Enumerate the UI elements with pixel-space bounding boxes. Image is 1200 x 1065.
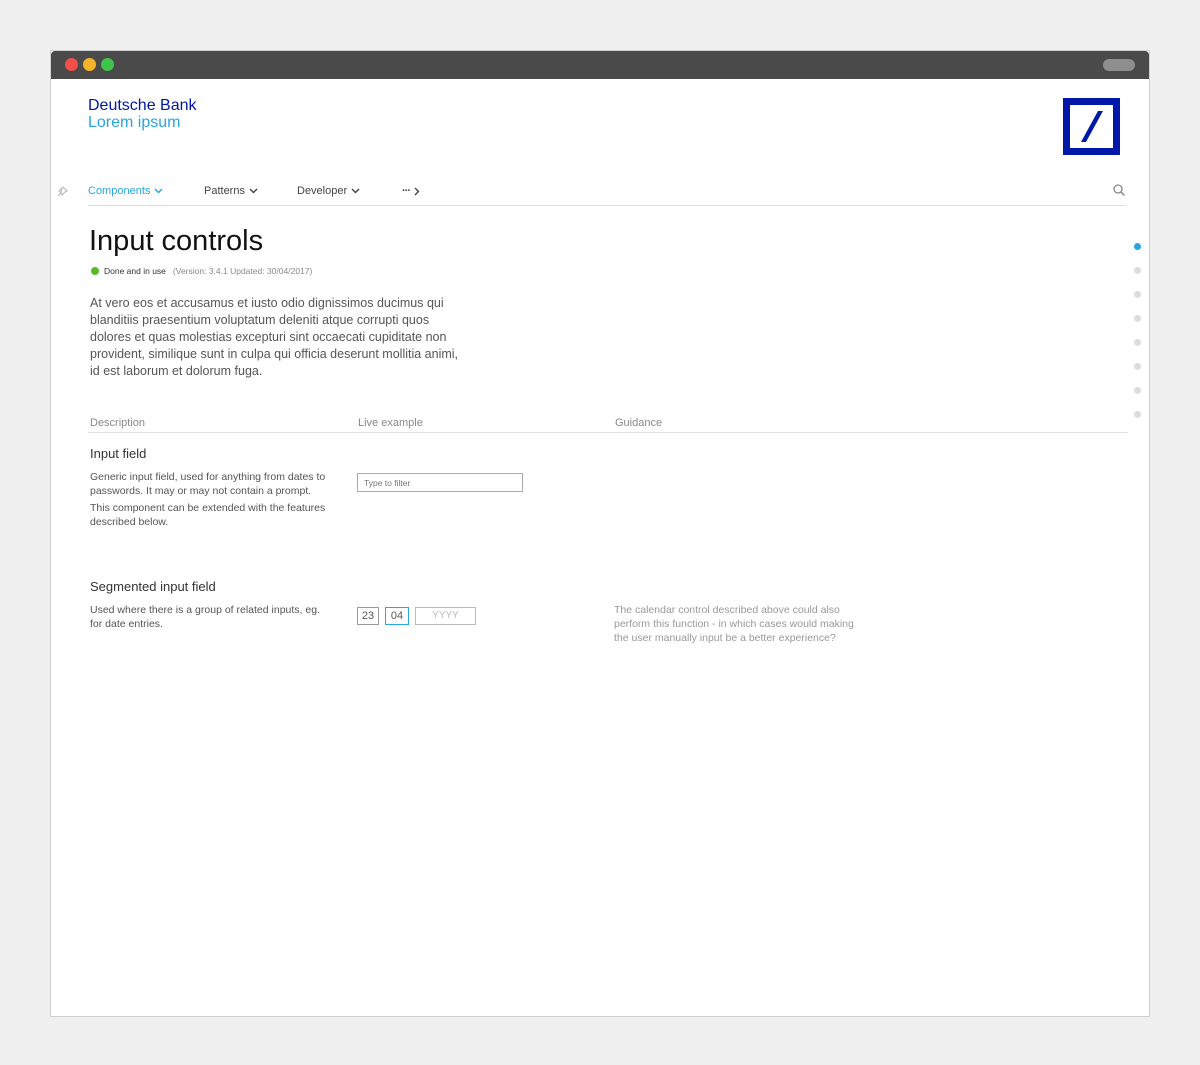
- column-header-live-example: Live example: [358, 417, 423, 429]
- side-nav-dot[interactable]: [1134, 387, 1141, 394]
- pin-icon[interactable]: [55, 185, 69, 199]
- year-segment-input[interactable]: YYYY: [415, 607, 476, 625]
- side-nav-dot[interactable]: [1134, 363, 1141, 370]
- section-side-nav: [1134, 243, 1141, 435]
- input-field-text-1: Generic input field, used for anything f…: [90, 471, 326, 497]
- month-segment-input[interactable]: 04: [385, 607, 409, 625]
- nav-item-label: Components: [88, 185, 151, 197]
- side-nav-dot[interactable]: [1134, 339, 1141, 346]
- main-nav: Components Patterns Developer ···: [88, 178, 1126, 206]
- nav-item-label: Patterns: [204, 185, 245, 197]
- chevron-right-icon: [414, 187, 420, 196]
- side-nav-dot[interactable]: [1134, 243, 1141, 250]
- search-icon[interactable]: [1112, 183, 1126, 197]
- nav-item-components[interactable]: Components: [88, 185, 163, 197]
- segmented-input-title: Segmented input field: [90, 579, 216, 594]
- brand-header[interactable]: Deutsche Bank Lorem ipsum: [88, 97, 197, 131]
- side-nav-dot[interactable]: [1134, 411, 1141, 418]
- title-bar: [51, 51, 1149, 79]
- day-segment-input[interactable]: 23: [357, 607, 379, 625]
- chevron-down-icon: [249, 188, 258, 194]
- side-nav-dot[interactable]: [1134, 267, 1141, 274]
- side-nav-dot[interactable]: [1134, 291, 1141, 298]
- intro-paragraph: At vero eos et accusamus et iusto odio d…: [90, 296, 459, 378]
- input-field-description: Generic input field, used for anything f…: [90, 470, 330, 532]
- segmented-guidance-text: The calendar control described above cou…: [614, 604, 854, 644]
- browser-window: Deutsche Bank Lorem ipsum Components Pat…: [50, 50, 1150, 1017]
- brand-subtitle: Lorem ipsum: [88, 114, 181, 131]
- divider: [88, 432, 1128, 433]
- more-icon: ···: [402, 185, 411, 197]
- brand-name: Deutsche Bank: [88, 97, 197, 114]
- nav-item-developer[interactable]: Developer: [297, 185, 360, 197]
- input-field-text-2: This component can be extended with the …: [90, 502, 326, 528]
- nav-item-label: Developer: [297, 185, 348, 197]
- chevron-down-icon: [351, 188, 360, 194]
- nav-item-patterns[interactable]: Patterns: [204, 185, 258, 197]
- deutsche-bank-logo[interactable]: [1063, 98, 1120, 155]
- chevron-down-icon: [154, 188, 163, 194]
- page-title: Input controls: [89, 225, 264, 257]
- column-header-guidance: Guidance: [615, 417, 663, 429]
- status-dot-icon: [91, 267, 99, 275]
- nav-item-more[interactable]: ···: [402, 185, 420, 197]
- window-pill-control[interactable]: [1103, 59, 1135, 71]
- close-window-button[interactable]: [65, 58, 78, 71]
- column-header-description: Description: [90, 417, 146, 429]
- status-meta: (Version: 3.4.1 Updated: 30/04/2017): [172, 266, 313, 276]
- side-nav-dot[interactable]: [1134, 315, 1141, 322]
- maximize-window-button[interactable]: [101, 58, 114, 71]
- status-badge: Done and in use (Version: 3.4.1 Updated:…: [91, 266, 312, 276]
- status-label: Done and in use: [104, 266, 166, 276]
- input-field-title: Input field: [90, 446, 147, 461]
- minimize-window-button[interactable]: [83, 58, 96, 71]
- segmented-input-description: Used where there is a group of related i…: [90, 604, 320, 630]
- filter-input[interactable]: [357, 473, 523, 492]
